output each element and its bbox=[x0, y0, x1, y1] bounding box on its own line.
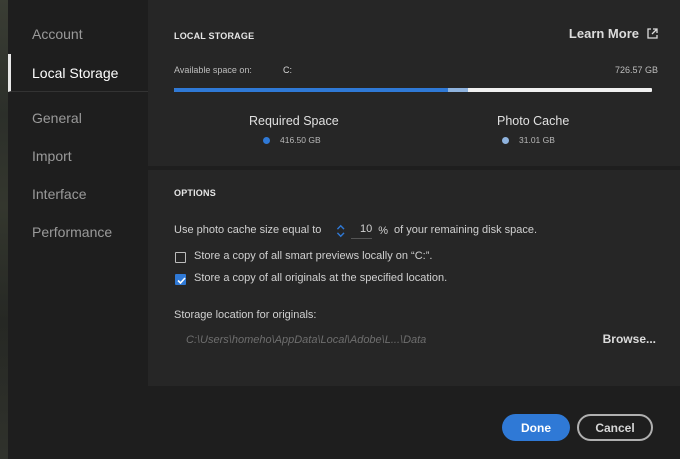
done-button[interactable]: Done bbox=[502, 414, 570, 441]
options-title: OPTIONS bbox=[174, 188, 216, 198]
sidebar-item-interface[interactable]: Interface bbox=[8, 176, 148, 212]
required-space-value: 416.50 GB bbox=[280, 135, 321, 145]
storage-location-path: C:\Users\homeho\AppData\Local\Adobe\L...… bbox=[186, 334, 427, 346]
background-photo-strip bbox=[0, 0, 8, 459]
drive-name: C: bbox=[283, 65, 292, 75]
sidebar-item-label: Interface bbox=[32, 186, 87, 202]
preferences-dialog: Account Local Storage General Import Int… bbox=[8, 0, 680, 459]
sidebar-item-general[interactable]: General bbox=[8, 100, 148, 136]
sidebar-item-label: General bbox=[32, 110, 82, 126]
learn-more-link[interactable]: Learn More bbox=[569, 26, 658, 41]
checkmark-icon bbox=[177, 277, 186, 285]
required-space-legend-dot bbox=[263, 136, 270, 144]
learn-more-label: Learn More bbox=[568, 26, 639, 41]
sidebar-item-label: Import bbox=[32, 148, 72, 164]
cancel-button[interactable]: Cancel bbox=[577, 414, 653, 441]
local-storage-panel: LOCAL STORAGE Learn More Available space… bbox=[148, 0, 680, 166]
originals-checkbox[interactable] bbox=[175, 274, 186, 285]
photo-cache-label: Photo Cache bbox=[497, 114, 570, 128]
cache-size-prefix: Use photo cache size equal to bbox=[174, 224, 322, 236]
sidebar-item-label: Account bbox=[32, 26, 83, 42]
stepper-arrows-icon[interactable] bbox=[336, 223, 345, 239]
cache-size-input[interactable]: 10 bbox=[351, 223, 373, 239]
browse-button[interactable]: Browse... bbox=[603, 332, 656, 346]
required-space-segment bbox=[174, 88, 448, 92]
sidebar-item-local-storage[interactable]: Local Storage bbox=[8, 54, 148, 92]
required-space-stat: 416.50 GB bbox=[263, 135, 321, 145]
available-space-label: Available space on: bbox=[174, 65, 252, 75]
sidebar-item-import[interactable]: Import bbox=[8, 138, 148, 174]
sidebar-item-performance[interactable]: Performance bbox=[8, 214, 148, 250]
external-link-icon bbox=[647, 28, 658, 39]
cache-size-unit: % bbox=[378, 225, 388, 237]
cache-size-suffix: of your remaining disk space. bbox=[394, 224, 538, 236]
available-space-value: 726.57 GB bbox=[614, 65, 658, 75]
smart-previews-label: Store a copy of all smart previews local… bbox=[194, 250, 433, 262]
photo-cache-stat: 31.01 GB bbox=[502, 135, 555, 145]
storage-usage-bar bbox=[174, 88, 652, 92]
smart-previews-checkbox[interactable] bbox=[175, 252, 186, 263]
photo-cache-legend-dot bbox=[502, 136, 509, 144]
local-storage-title: LOCAL STORAGE bbox=[174, 31, 255, 41]
photo-cache-segment bbox=[447, 88, 469, 92]
photo-cache-value: 31.01 GB bbox=[519, 135, 555, 145]
options-panel: OPTIONS Use photo cache size equal to 10… bbox=[148, 170, 680, 386]
originals-label: Store a copy of all originals at the spe… bbox=[194, 272, 448, 284]
required-space-label: Required Space bbox=[249, 114, 339, 128]
sidebar-item-account[interactable]: Account bbox=[8, 16, 148, 52]
sidebar-item-label: Performance bbox=[32, 224, 113, 240]
preferences-sidebar: Account Local Storage General Import Int… bbox=[8, 0, 148, 459]
sidebar-item-label: Local Storage bbox=[32, 64, 119, 81]
storage-location-label: Storage location for originals: bbox=[174, 309, 317, 321]
cache-size-stepper[interactable]: 10 % bbox=[336, 220, 388, 242]
